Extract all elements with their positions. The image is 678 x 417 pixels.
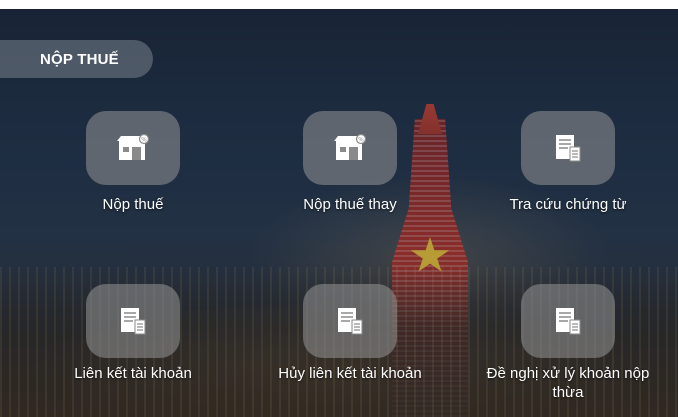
tile-icon-box[interactable]: % bbox=[303, 111, 397, 185]
tile-label: Tra cứu chứng từ bbox=[509, 196, 627, 213]
documents-icon bbox=[121, 308, 146, 335]
tile-tra-cuu-chung-tu[interactable]: Tra cứu chứng từ bbox=[493, 111, 643, 214]
tile-de-nghi-xu-ly-khoan-nop-thua[interactable]: Đề nghị xử lý khoản nộp thừa bbox=[487, 284, 649, 402]
tile-icon-box[interactable] bbox=[303, 284, 397, 358]
tile-label: Nộp thuế bbox=[102, 196, 164, 213]
storefront-icon: % bbox=[117, 134, 150, 160]
tile-lien-ket-tai-khoan[interactable]: Liên kết tài khoản bbox=[58, 284, 208, 383]
tile-label: Hủy liên kết tài khoản bbox=[278, 365, 422, 382]
tile-nop-thue[interactable]: % Nộp thuế bbox=[58, 111, 208, 214]
documents-icon bbox=[556, 308, 581, 335]
tile-label: Liên kết tài khoản bbox=[74, 365, 192, 382]
section-title: NỘP THUẾ bbox=[0, 40, 153, 78]
documents-icon bbox=[556, 135, 581, 162]
svg-text:%: % bbox=[141, 137, 147, 144]
tax-payment-screen: NỘP THUẾ % Nộp thuế % Nộp thuế thay Tra … bbox=[0, 9, 678, 417]
documents-icon bbox=[338, 308, 363, 335]
storefront-icon: % bbox=[334, 134, 367, 160]
tile-icon-box[interactable] bbox=[86, 284, 180, 358]
tile-icon-box[interactable] bbox=[521, 111, 615, 185]
tile-nop-thue-thay[interactable]: % Nộp thuế thay bbox=[275, 111, 425, 214]
tile-label: Đề nghị xử lý khoản nộp thừa bbox=[486, 365, 650, 401]
tile-icon-box[interactable]: % bbox=[86, 111, 180, 185]
svg-text:%: % bbox=[358, 137, 364, 144]
tile-huy-lien-ket-tai-khoan[interactable]: Hủy liên kết tài khoản bbox=[275, 284, 425, 383]
tile-icon-box[interactable] bbox=[521, 284, 615, 358]
tile-label: Nộp thuế thay bbox=[303, 196, 397, 213]
